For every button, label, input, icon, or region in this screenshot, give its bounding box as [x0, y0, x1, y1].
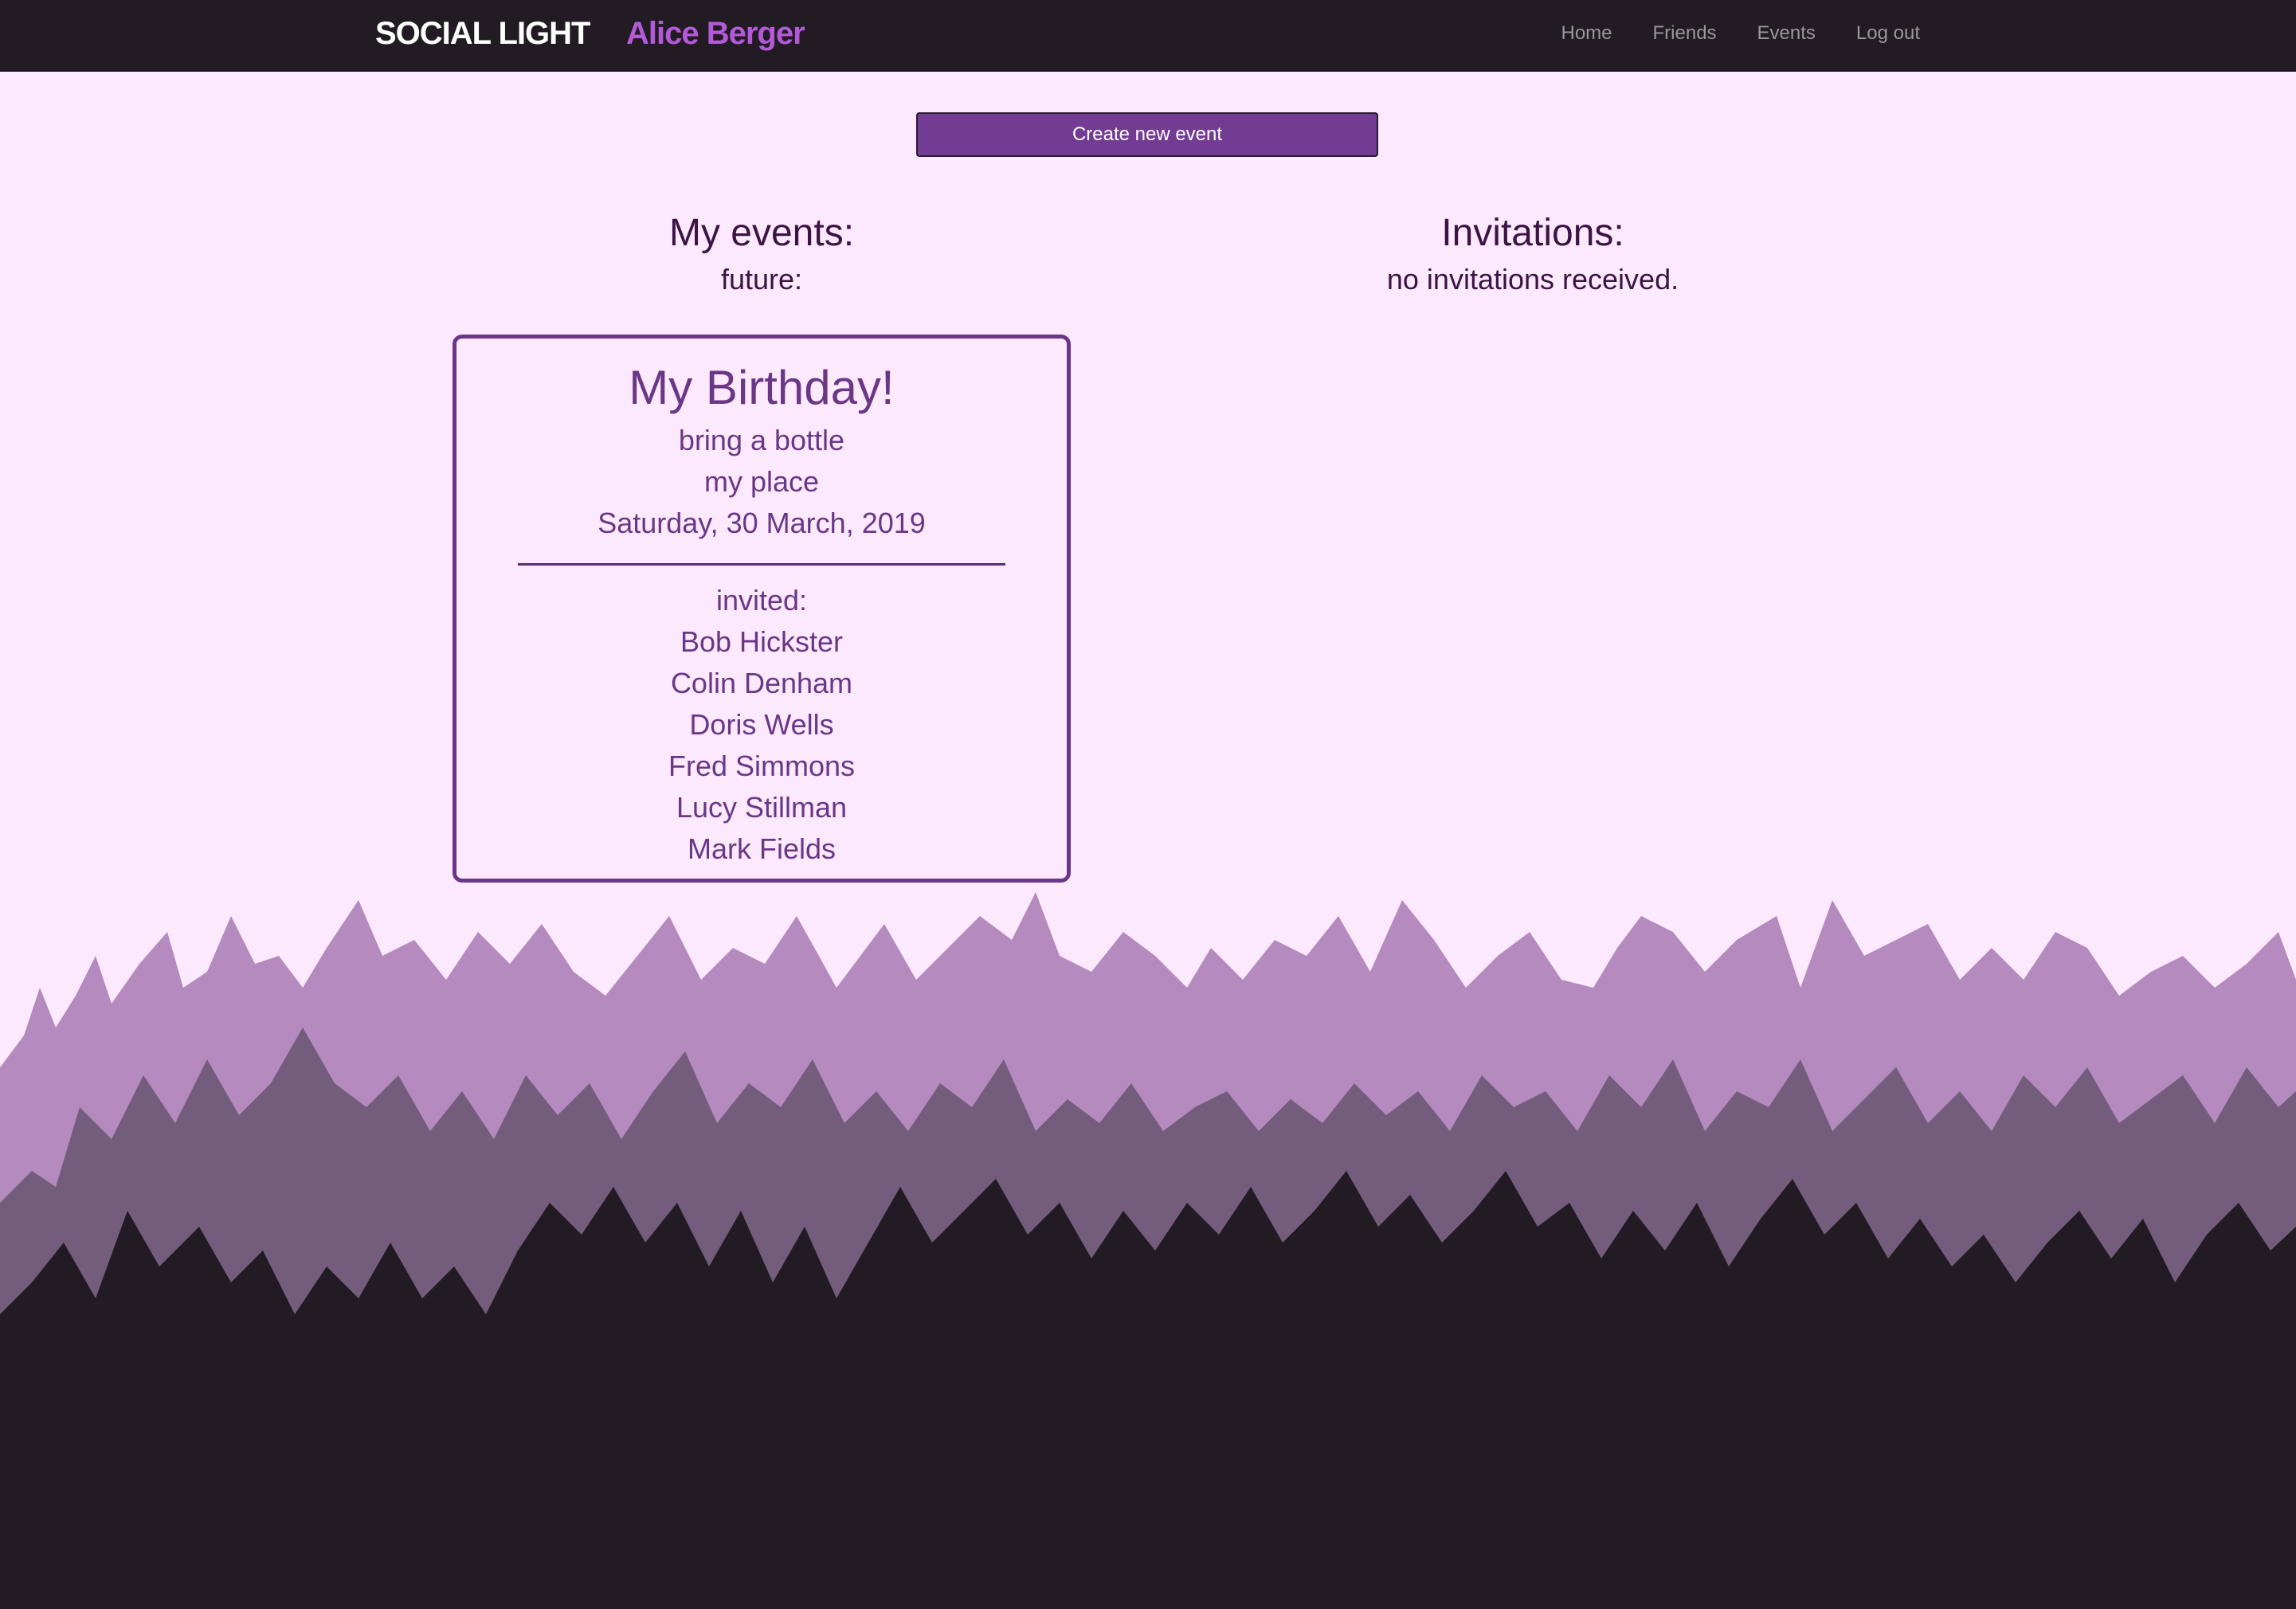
- invited-person: Lucy Stillman: [676, 791, 848, 824]
- invited-person: Doris Wells: [689, 708, 834, 741]
- crowd-silhouette-illustration: [0, 892, 2296, 1609]
- invitations-heading: Invitations:: [1441, 212, 1624, 254]
- future-events-subheading: future:: [720, 263, 803, 296]
- invited-person: Mark Fields: [687, 832, 837, 865]
- event-card[interactable]: My Birthday! bring a bottle my place Sat…: [453, 335, 1071, 883]
- event-date: Saturday, 30 March, 2019: [598, 507, 926, 539]
- invited-person: Bob Hickster: [680, 625, 844, 658]
- create-new-event-button[interactable]: Create new event: [916, 112, 1378, 157]
- invited-label: invited:: [715, 584, 808, 617]
- my-events-heading: My events:: [668, 212, 855, 254]
- event-description: bring a bottle: [678, 424, 845, 456]
- event-title: My Birthday!: [629, 361, 895, 414]
- current-user-name: Alice Berger: [626, 16, 805, 51]
- nav-events-link[interactable]: Events: [1757, 22, 1816, 45]
- events-page: SOCIAL LIGHT Alice Berger Home Friends E…: [0, 0, 2296, 1609]
- invited-list: Bob Hickster Colin Denham Doris Wells Fr…: [456, 621, 1067, 870]
- nav-home-link[interactable]: Home: [1561, 22, 1612, 45]
- invited-person: Colin Denham: [670, 667, 853, 699]
- event-divider: [518, 563, 1005, 566]
- no-invitations-text: no invitations received.: [1386, 263, 1679, 296]
- invited-person: Fred Simmons: [668, 750, 856, 782]
- nav-friends-link[interactable]: Friends: [1653, 22, 1717, 45]
- event-location: my place: [703, 465, 820, 498]
- top-navbar: SOCIAL LIGHT Alice Berger Home Friends E…: [0, 0, 2296, 72]
- nav-links: Home Friends Events Log out: [1561, 22, 1920, 45]
- nav-logout-link[interactable]: Log out: [1856, 22, 1920, 45]
- brand-logo[interactable]: SOCIAL LIGHT: [375, 16, 590, 52]
